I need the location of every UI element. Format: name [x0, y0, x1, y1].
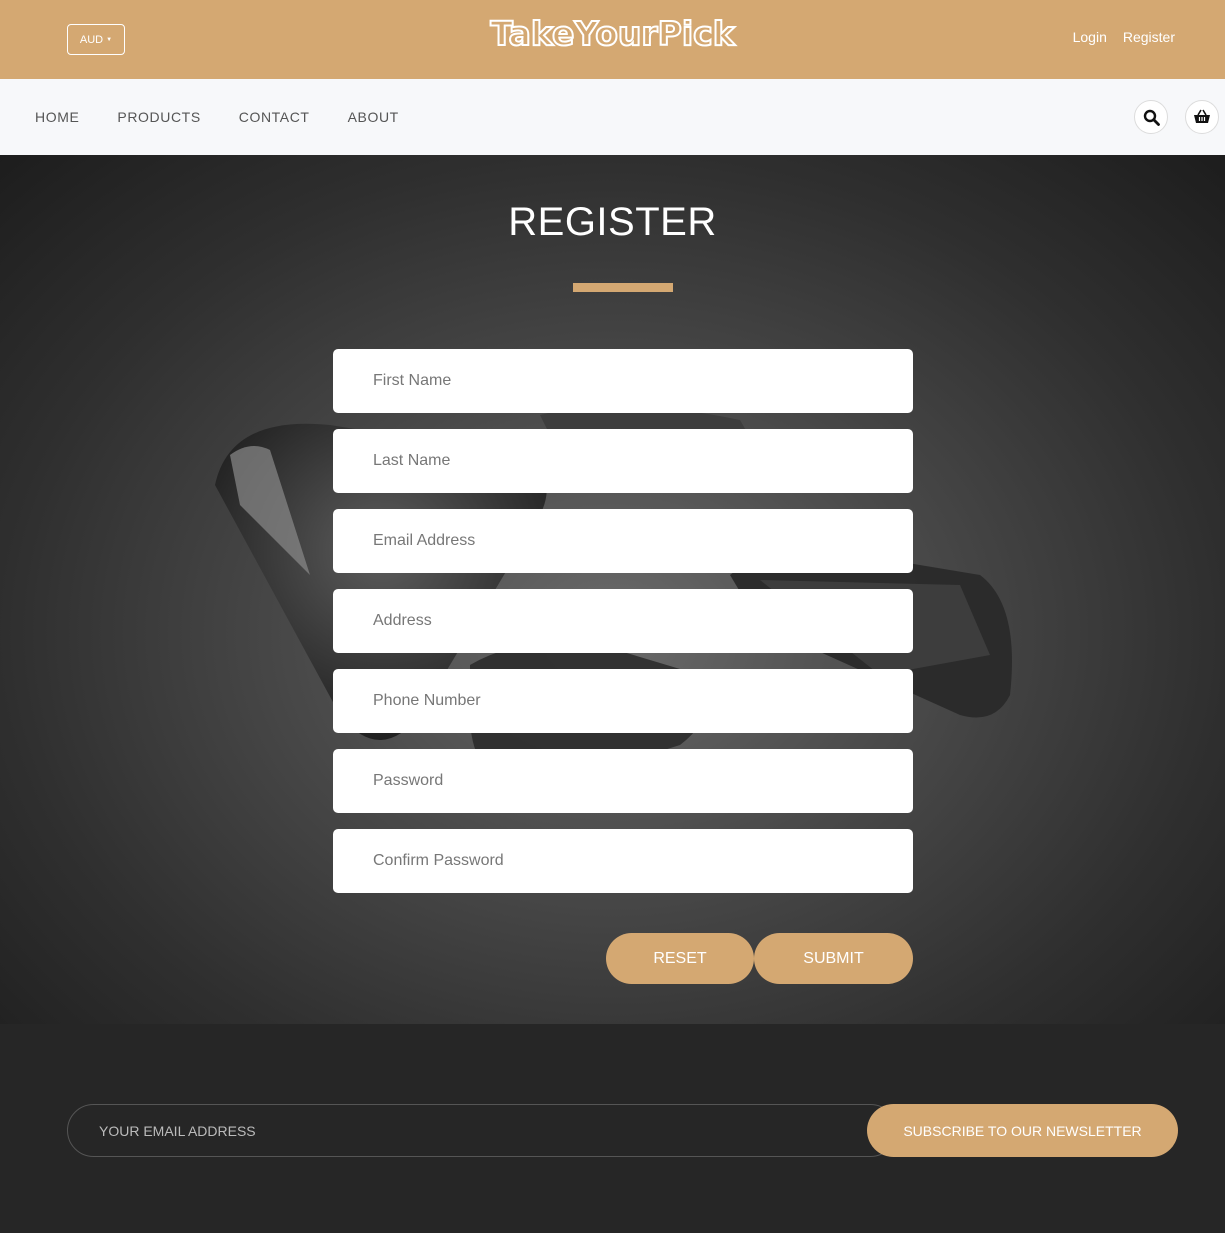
logo-container: TakeYourPick — [0, 13, 1225, 54]
nav-item-home[interactable]: HOME — [35, 109, 79, 125]
auth-links: Login Register — [1073, 29, 1175, 45]
basket-button[interactable] — [1185, 100, 1219, 134]
footer: SUBSCRIBE TO OUR NEWSLETTER — [0, 1024, 1225, 1233]
caret-down-icon: ▼ — [106, 36, 113, 43]
main-nav: HOME PRODUCTS CONTACT ABOUT — [0, 79, 1225, 155]
password-field[interactable] — [333, 749, 913, 813]
currency-label: AUD — [79, 33, 104, 46]
submit-button[interactable]: SUBMIT — [754, 933, 913, 984]
basket-icon — [1194, 109, 1210, 123]
newsletter-email-input[interactable] — [67, 1104, 897, 1157]
title-underline — [573, 283, 673, 292]
subscribe-button[interactable]: SUBSCRIBE TO OUR NEWSLETTER — [867, 1104, 1178, 1157]
search-button[interactable] — [1134, 100, 1168, 134]
address-field[interactable] — [333, 589, 913, 653]
nav-item-about[interactable]: ABOUT — [348, 109, 399, 125]
reset-button[interactable]: RESET — [606, 933, 754, 984]
last-name-field[interactable] — [333, 429, 913, 493]
confirm-password-field[interactable] — [333, 829, 913, 893]
site-logo[interactable]: TakeYourPick — [489, 13, 735, 54]
login-link[interactable]: Login — [1073, 29, 1107, 45]
first-name-field[interactable] — [333, 349, 913, 413]
nav-links: HOME PRODUCTS CONTACT ABOUT — [35, 109, 399, 125]
email-field[interactable] — [333, 509, 913, 573]
search-icon — [1143, 109, 1160, 126]
currency-selector[interactable]: AUD ▼ — [67, 24, 125, 55]
page-title: REGISTER — [508, 200, 717, 244]
nav-item-products[interactable]: PRODUCTS — [117, 109, 200, 125]
register-hero: REGISTER RESET SUBMIT — [0, 155, 1225, 1024]
nav-item-contact[interactable]: CONTACT — [239, 109, 310, 125]
register-link[interactable]: Register — [1123, 29, 1175, 45]
top-bar: AUD ▼ TakeYourPick Login Register — [0, 0, 1225, 79]
phone-field[interactable] — [333, 669, 913, 733]
